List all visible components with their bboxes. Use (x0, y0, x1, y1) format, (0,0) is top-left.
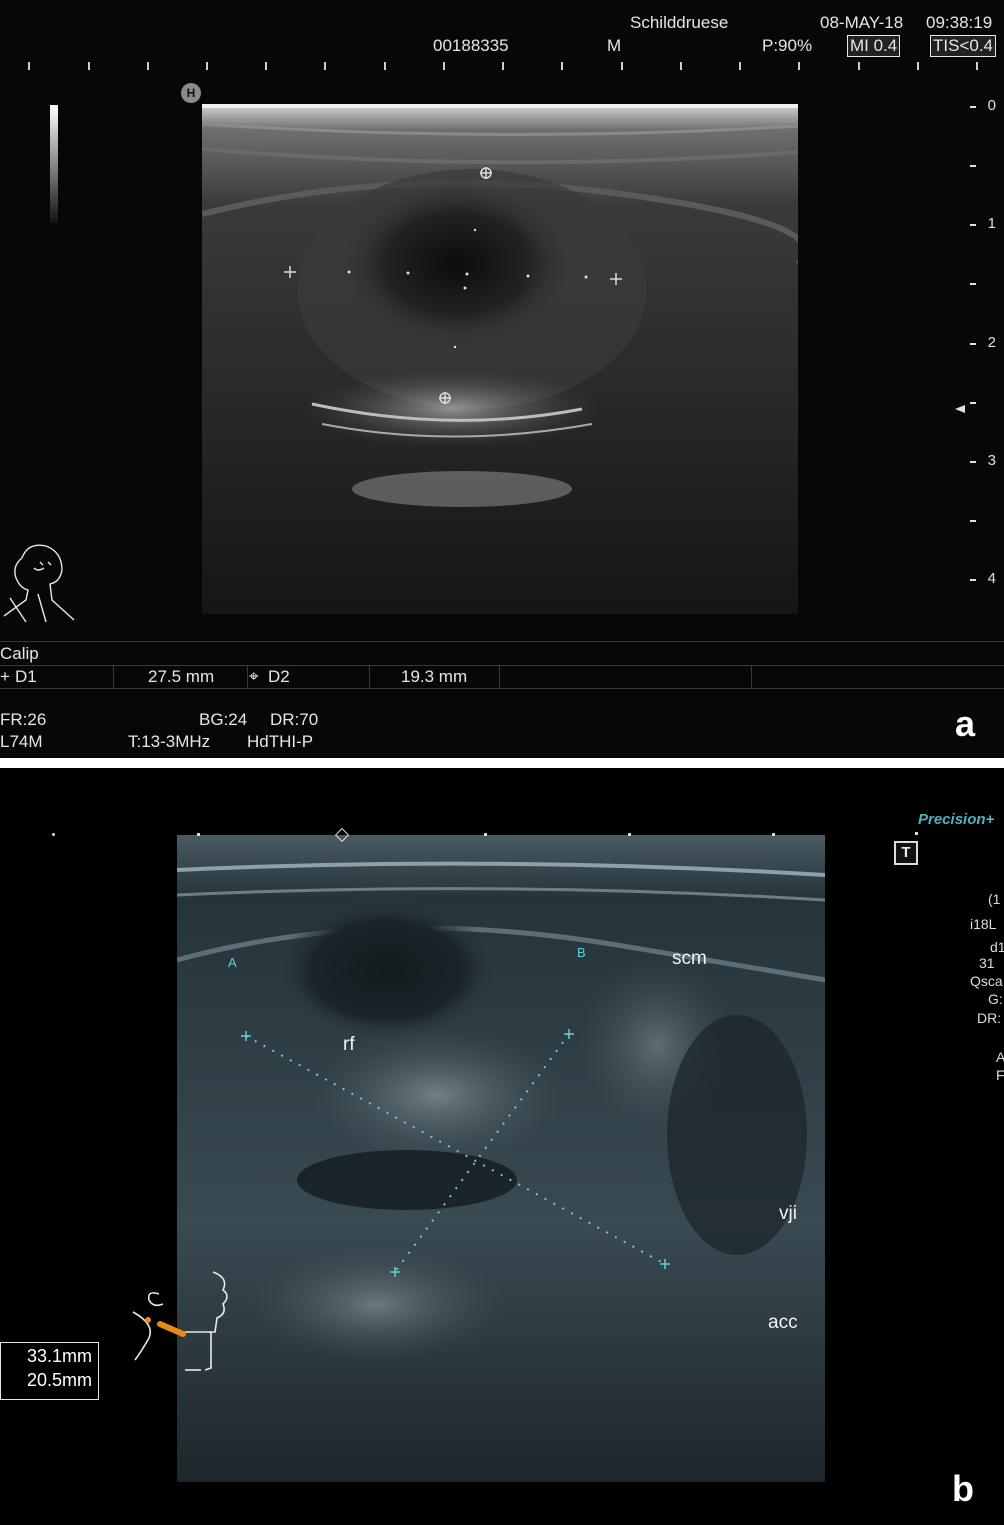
depth-label-1: 1 (987, 215, 996, 232)
exam-time: 09:38:19 (926, 13, 993, 32)
caliper-label-b: B (577, 945, 586, 960)
calip-d2-label: D2 (268, 667, 290, 686)
measurement-box: 33.1mm 20.5mm (0, 1342, 99, 1400)
side-info-1: (1 (988, 891, 1001, 907)
probe-position-pictogram-icon (132, 1271, 228, 1371)
imaging-mode: HdTHI-P (247, 732, 314, 751)
caliper-label-a: A (228, 955, 237, 970)
depth-label-3: 3 (987, 452, 996, 469)
side-info-4: 31 (979, 955, 995, 971)
exam-name: Schilddruese (630, 13, 729, 32)
side-info-5: Qsca (970, 973, 1003, 989)
label-acc: acc (768, 1312, 798, 1333)
calip-d1-icon: + (0, 667, 10, 686)
frame-rate: FR:26 (0, 710, 47, 729)
depth-label-4: 4 (987, 570, 996, 587)
exam-date: 08-MAY-18 (820, 13, 904, 32)
orientation-h-marker: H (181, 83, 201, 103)
measurement-1: 33.1mm (26, 1346, 92, 1366)
side-info-2: i18L (970, 916, 997, 932)
mi-readout: MI 0.4 (847, 35, 901, 57)
side-info-6: G: (988, 991, 1003, 1007)
lateral-ruler (0, 62, 1004, 72)
power-readout: P:90% (762, 36, 813, 55)
tis-readout: TIS<0.4 (930, 35, 997, 57)
ultrasound-panel-a: Schilddruese 08-MAY-18 09:38:19 00188335… (0, 0, 1004, 758)
calip-d1-label: D1 (15, 667, 37, 686)
probe-model: L74M (0, 732, 43, 751)
panel-label-b: b (952, 1468, 974, 1509)
calip-d2-value: 19.3 mm (401, 667, 468, 686)
label-scm: scm (672, 948, 707, 969)
frequency-readout: T:13-3MHz (128, 732, 211, 751)
precision-brand: Precision+ (918, 811, 995, 828)
grayscale-bar (50, 105, 58, 223)
side-info-7: DR: (977, 1010, 1002, 1026)
side-info-3: d1 (990, 939, 1004, 955)
depth-label-0: 0 (987, 97, 996, 114)
t-marker-icon: T (894, 841, 918, 865)
patient-id: 00188335 (433, 36, 509, 55)
ultrasound-image-a (201, 104, 809, 614)
panel-label-a: a (955, 703, 976, 744)
focus-marker-icon (955, 405, 965, 413)
ultrasound-image-b (176, 835, 832, 1482)
calip-title: Calip (0, 644, 39, 663)
dr-readout: DR:70 (270, 710, 319, 729)
bg-readout: BG:24 (199, 710, 248, 729)
depth-label-2: 2 (987, 334, 996, 351)
calip-d2-icon: ⌖ (249, 667, 259, 686)
sex-marker: M (607, 36, 622, 55)
label-vji: vji (779, 1203, 797, 1224)
label-rf: rf (343, 1034, 355, 1055)
side-info-8: A (996, 1049, 1004, 1065)
head-neck-pictogram-icon (3, 544, 75, 623)
calip-d1-value: 27.5 mm (148, 667, 215, 686)
ultrasound-panel-b: A B scm rf vji acc Precision+ T (1 i18L … (0, 768, 1004, 1525)
measurement-2: 20.5mm (26, 1370, 92, 1390)
side-info-9: F (996, 1067, 1004, 1083)
marker-dot (52, 833, 55, 836)
